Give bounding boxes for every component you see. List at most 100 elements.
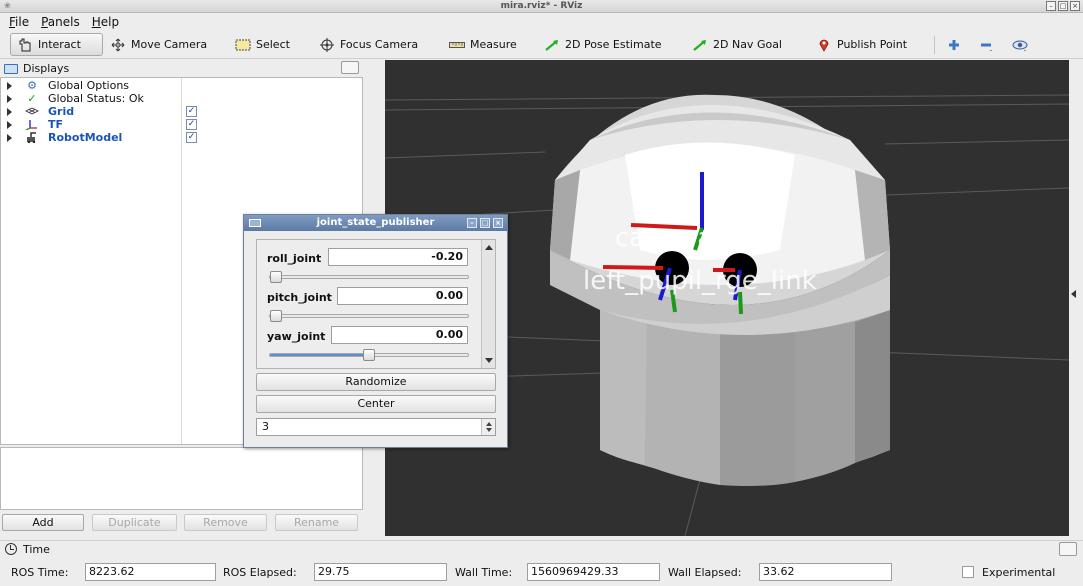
add-tool-button[interactable] (940, 33, 968, 56)
ros-elapsed-field[interactable]: 29.75 (314, 563, 447, 581)
tree-item-grid[interactable]: Grid ✓ (1, 105, 361, 118)
interact-tool-button[interactable]: Interact (10, 33, 103, 56)
pitch-joint-slider-handle[interactable] (269, 310, 282, 322)
yaw-joint-slider-handle[interactable] (363, 349, 375, 361)
maximize-button[interactable]: □ (1058, 1, 1068, 11)
menu-panels[interactable]: Panels (41, 15, 80, 29)
tree-item-global-options[interactable]: ⚙ Global Options (1, 79, 361, 92)
displays-title: Displays (23, 62, 70, 75)
wall-time-label: Wall Time: (455, 566, 513, 579)
select-box-icon (235, 38, 251, 52)
tree-item-robotmodel[interactable]: RobotModel ✓ (1, 131, 361, 144)
time-panel-float-button[interactable] (1059, 542, 1077, 556)
yaw-joint-slider-fill (270, 354, 369, 356)
rename-display-button[interactable]: Rename (275, 514, 358, 531)
yaw-joint-label: yaw_joint (267, 330, 326, 343)
move-camera-icon (110, 38, 126, 52)
clock-icon (5, 543, 17, 555)
randomize-button[interactable]: Randomize (256, 373, 496, 391)
experimental-checkbox[interactable] (962, 566, 974, 578)
tf-enabled-checkbox[interactable]: ✓ (186, 119, 197, 130)
yaw-joint-slider[interactable] (269, 349, 469, 361)
select-tool-button[interactable]: Select (229, 33, 296, 56)
eye-icon (1012, 38, 1028, 52)
expand-arrow-icon[interactable] (7, 121, 12, 129)
panel-float-button[interactable] (341, 61, 359, 74)
time-panel-header: Time (0, 540, 1083, 557)
roll-joint-slider[interactable] (269, 271, 469, 283)
menubar: File Panels Help (0, 13, 1083, 30)
view-options-button[interactable] (1006, 33, 1034, 56)
time-bar: ROS Time: 8223.62 ROS Elapsed: 29.75 Wal… (0, 558, 1083, 586)
publish-point-tool-button[interactable]: Publish Point (810, 33, 913, 56)
window-menu-icon[interactable] (249, 219, 261, 227)
roll-joint-slider-handle[interactable] (269, 271, 282, 283)
jsp-minimize-button[interactable]: – (467, 218, 477, 228)
experimental-label: Experimental (982, 566, 1056, 579)
scroll-down-arrow-icon[interactable] (485, 358, 493, 363)
display-description-area (0, 447, 363, 510)
ros-elapsed-label: ROS Elapsed: (223, 566, 297, 579)
focus-camera-icon (319, 37, 335, 52)
frame-label-left-pupil-link: left_pupil_rge_link (583, 266, 817, 296)
wall-elapsed-field[interactable]: 33.62 (759, 563, 892, 581)
map-pin-icon (816, 38, 832, 52)
plus-icon (946, 38, 962, 52)
pitch-joint-slider[interactable] (269, 310, 469, 322)
tree-item-tf[interactable]: TF ✓ (1, 118, 361, 131)
minus-icon (978, 38, 994, 52)
spinbox-value: 3 (262, 420, 269, 433)
menu-file[interactable]: File (9, 15, 29, 29)
yaw-joint-value-field[interactable]: 0.00 (331, 326, 468, 344)
measure-tool-button[interactable]: Measure (443, 33, 523, 56)
jsp-maximize-button[interactable]: □ (480, 218, 490, 228)
window-title: mira.rviz* - RViz (500, 1, 583, 11)
expand-arrow-icon[interactable] (7, 134, 12, 142)
window-titlebar: ❀ mira.rviz* - RViz – □ × (0, 0, 1083, 13)
ros-time-field[interactable]: 8223.62 (85, 563, 216, 581)
remove-display-button[interactable]: Remove (184, 514, 267, 531)
pitch-joint-value-field[interactable]: 0.00 (337, 287, 468, 305)
duplicate-display-button[interactable]: Duplicate (92, 514, 177, 531)
nav-goal-tool-button[interactable]: 2D Nav Goal (686, 33, 788, 56)
expand-arrow-icon[interactable] (7, 95, 12, 103)
expand-arrow-icon[interactable] (7, 108, 12, 116)
time-panel-title: Time (23, 542, 50, 556)
toolbar: Interact Move Camera Select Focus Camera… (0, 30, 1083, 59)
tree-item-global-status[interactable]: ✓ Global Status: Ok (1, 92, 361, 105)
wall-elapsed-label: Wall Elapsed: (668, 566, 742, 579)
joint-count-spinbox[interactable]: 3 (256, 418, 496, 436)
hand-pointer-icon (17, 38, 33, 52)
toolbar-separator (934, 36, 935, 54)
collapse-panel-arrow-icon[interactable] (1071, 290, 1076, 298)
remove-tool-button[interactable] (972, 33, 1000, 56)
joint-list-scroll-area: roll_joint -0.20 pitch_joint 0.00 yaw_jo… (256, 239, 496, 369)
checkmark-icon: ✓ (27, 92, 37, 105)
spinbox-arrows-icon[interactable] (481, 419, 495, 435)
focus-camera-tool-button[interactable]: Focus Camera (313, 33, 424, 56)
add-display-button[interactable]: Add (2, 514, 84, 531)
roll-joint-label: roll_joint (267, 252, 322, 265)
grid-enabled-checkbox[interactable]: ✓ (186, 106, 197, 117)
center-button[interactable]: Center (256, 395, 496, 413)
jsp-titlebar[interactable]: joint_state_publisher – □ × (244, 215, 507, 231)
menu-help[interactable]: Help (92, 15, 119, 29)
close-button[interactable]: × (1070, 1, 1080, 11)
robotmodel-enabled-checkbox[interactable]: ✓ (186, 132, 197, 143)
joint-list-scrollbar[interactable] (481, 240, 495, 368)
axes-icon (25, 118, 39, 131)
roll-joint-value-field[interactable]: -0.20 (328, 248, 468, 266)
gear-icon: ⚙ (27, 79, 37, 92)
jsp-close-button[interactable]: × (493, 218, 503, 228)
expand-arrow-icon[interactable] (7, 82, 12, 90)
robot-icon (25, 131, 39, 144)
scroll-up-arrow-icon[interactable] (485, 245, 493, 250)
green-arrow-icon (544, 38, 560, 52)
ruler-icon (449, 38, 465, 52)
joint-state-publisher-window: joint_state_publisher – □ × roll_joint -… (243, 214, 508, 448)
pose-estimate-tool-button[interactable]: 2D Pose Estimate (538, 33, 668, 56)
frame-label-camera-link: camera_link (615, 223, 772, 253)
wall-time-field[interactable]: 1560969429.33 (527, 563, 660, 581)
minimize-button[interactable]: – (1046, 1, 1056, 11)
move-camera-tool-button[interactable]: Move Camera (104, 33, 213, 56)
